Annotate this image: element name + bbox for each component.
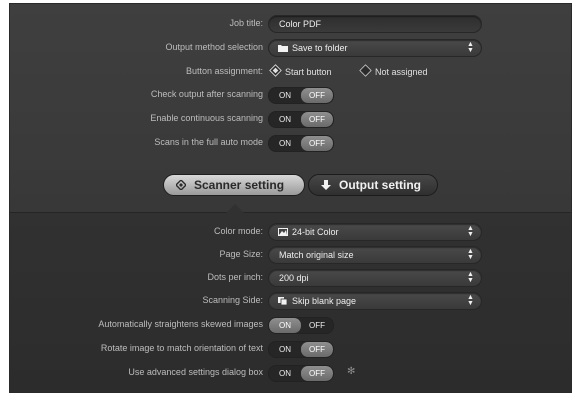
scanning-side-row: Scanning Side: Skip blank page ▲ ▼ [10, 292, 571, 310]
advanced-row: Use advanced settings dialog box ON OFF … [10, 364, 571, 382]
advanced-label: Use advanced settings dialog box [128, 367, 263, 377]
radio-not-assigned-label: Not assigned [375, 67, 428, 77]
dpi-value: 200 dpi [279, 273, 309, 283]
tab-output-setting[interactable]: Output setting [308, 174, 438, 196]
select-arrows-icon: ▲ ▼ [467, 225, 474, 238]
toggle-off-label: OFF [301, 88, 333, 103]
tab-output-setting-label: Output setting [339, 178, 421, 192]
diamond-icon [176, 180, 186, 190]
dpi-label: Dots per inch: [207, 272, 263, 282]
straighten-toggle[interactable]: ON OFF [268, 317, 334, 334]
scan-settings-panel: Job title: Color PDF Output method selec… [9, 3, 572, 393]
dpi-row: Dots per inch: 200 dpi ▲ ▼ [10, 269, 571, 287]
page-size-label: Page Size: [219, 249, 263, 259]
check-output-toggle[interactable]: ON OFF [268, 87, 334, 104]
straighten-label: Automatically straightens skewed images [98, 319, 263, 329]
job-title-input[interactable]: Color PDF [268, 15, 482, 33]
job-title-row: Job title: Color PDF [10, 15, 571, 33]
button-assignment-label: Button assignment: [185, 66, 263, 76]
output-method-row: Output method selection Save to folder ▲… [10, 39, 571, 57]
select-arrows-icon: ▲ ▼ [467, 41, 474, 54]
continuous-row: Enable continuous scanning ON OFF [10, 110, 571, 128]
rotate-label: Rotate image to match orientation of tex… [100, 343, 263, 353]
full-auto-row: Scans in the full auto mode ON OFF [10, 134, 571, 152]
output-method-value: Save to folder [292, 43, 348, 53]
tab-scanner-setting-label: Scanner setting [194, 178, 285, 192]
select-arrows-icon: ▲ ▼ [467, 294, 474, 307]
color-mode-value: 24-bit Color [292, 227, 339, 237]
output-method-select[interactable]: Save to folder ▲ ▼ [268, 39, 482, 57]
arrow-down-icon [321, 180, 331, 190]
select-arrows-icon: ▲ ▼ [467, 271, 474, 284]
toggle-off-label: OFF [301, 112, 333, 127]
gear-icon[interactable]: ✻ [347, 367, 357, 377]
color-mode-row: Color mode: 24-bit Color ▲ ▼ [10, 223, 571, 241]
scanning-side-label: Scanning Side: [202, 295, 263, 305]
tab-scanner-setting[interactable]: Scanner setting [163, 174, 305, 196]
dpi-select[interactable]: 200 dpi ▲ ▼ [268, 269, 482, 287]
toggle-off-label: OFF [309, 321, 325, 330]
button-assignment-row: Button assignment: Start button Not assi… [10, 63, 571, 81]
continuous-toggle[interactable]: ON OFF [268, 111, 334, 128]
toggle-on-label: ON [279, 139, 291, 148]
toggle-off-label: OFF [301, 136, 333, 151]
toggle-on-label: ON [269, 318, 301, 333]
page-size-row: Page Size: Match original size ▲ ▼ [10, 246, 571, 264]
straighten-row: Automatically straightens skewed images … [10, 316, 571, 334]
color-mode-select[interactable]: 24-bit Color ▲ ▼ [268, 223, 482, 241]
check-output-label: Check output after scanning [150, 89, 263, 99]
rotate-toggle[interactable]: ON OFF [268, 341, 334, 358]
radio-unselected-icon [359, 64, 372, 77]
rotate-row: Rotate image to match orientation of tex… [10, 340, 571, 358]
toggle-off-label: OFF [301, 366, 333, 381]
full-auto-label: Scans in the full auto mode [154, 137, 263, 147]
job-title-value: Color PDF [279, 19, 322, 29]
toggle-on-label: ON [279, 115, 291, 124]
page-size-select[interactable]: Match original size ▲ ▼ [268, 246, 482, 264]
toggle-on-label: ON [279, 345, 291, 354]
color-image-icon [278, 228, 288, 236]
toggle-off-label: OFF [301, 342, 333, 357]
radio-selected-icon [269, 64, 282, 77]
advanced-toggle[interactable]: ON OFF [268, 365, 334, 382]
job-title-label: Job title: [229, 18, 263, 28]
full-auto-toggle[interactable]: ON OFF [268, 135, 334, 152]
radio-not-assigned[interactable]: Not assigned [359, 64, 428, 77]
pages-icon [278, 297, 288, 305]
toggle-on-label: ON [279, 369, 291, 378]
radio-start-button-label: Start button [285, 67, 332, 77]
scanning-side-value: Skip blank page [292, 296, 357, 306]
folder-icon [278, 45, 288, 52]
page-size-value: Match original size [279, 250, 354, 260]
toggle-on-label: ON [279, 91, 291, 100]
select-arrows-icon: ▲ ▼ [467, 248, 474, 261]
active-tab-notch [226, 204, 244, 213]
continuous-label: Enable continuous scanning [150, 113, 263, 123]
output-method-label: Output method selection [165, 42, 263, 52]
scanning-side-select[interactable]: Skip blank page ▲ ▼ [268, 292, 482, 310]
radio-start-button[interactable]: Start button [269, 64, 332, 77]
check-output-row: Check output after scanning ON OFF [10, 86, 571, 104]
color-mode-label: Color mode: [213, 226, 263, 236]
